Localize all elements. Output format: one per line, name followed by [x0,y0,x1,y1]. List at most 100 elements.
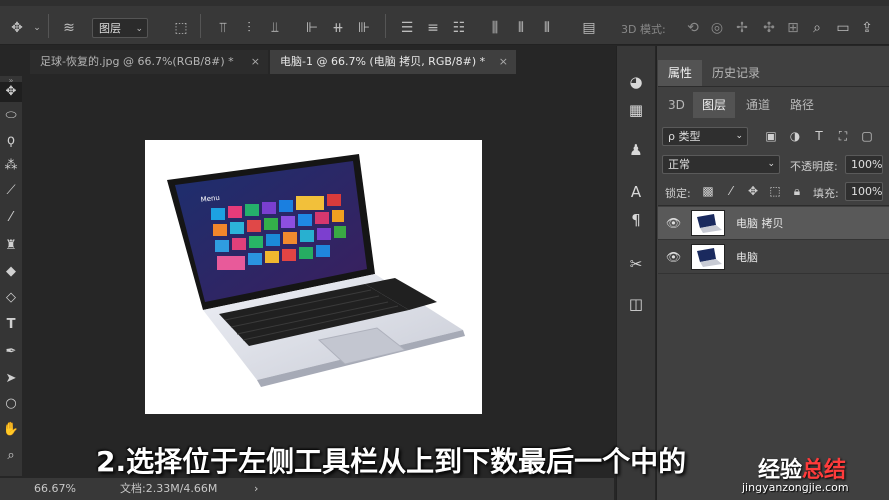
tab-3d[interactable]: 3D [659,92,694,118]
tab-label: 足球-恢复的.jpg @ 66.7%(RGB/8#) * [40,55,234,68]
visibility-eye-icon[interactable]: 👁︎ [666,216,681,230]
pen-tool-icon[interactable]: ✒ [0,342,22,362]
layer-filter-value: ρ 类型 [668,130,701,143]
tab-history[interactable]: 历史记录 [702,60,770,86]
ellipse-tool-icon[interactable]: ○ [0,394,22,414]
opacity-label: 不透明度: [790,160,838,173]
lock-all-icon[interactable]: 🔒︎ [790,184,804,199]
chevron-down-icon: ⌄ [767,159,775,169]
lock-pixels-icon[interactable]: ⁄ [724,184,738,198]
auto-select-dropdown[interactable]: 图层 ⌄ [92,18,148,38]
align-right-icon[interactable]: ⊪ [355,19,373,37]
layer-filter-select[interactable]: ρ 类型 ⌄ [662,127,748,146]
divider [658,86,889,87]
zoom-level[interactable]: 66.67% [34,478,76,500]
path-selection-tool-icon[interactable]: ➤ [0,369,22,389]
eraser-tool-icon[interactable]: ◆ [0,262,22,282]
watermark-url: jingyanzongjie.com [742,481,849,494]
3d-roll-icon[interactable]: ◎ [708,19,726,37]
layer-name[interactable]: 电脑 拷贝 [736,215,784,231]
visibility-eye-icon[interactable]: 👁︎ [666,250,681,264]
align-left-icon[interactable]: ⊩ [303,19,321,37]
eyedropper-tool-icon[interactable]: ⟋ [0,181,22,201]
tab-computer[interactable]: 电脑-1 @ 66.7% (电脑 拷贝, RGB/8#) * × [270,50,516,74]
3d-slide-icon[interactable]: ✣ [760,19,778,37]
search-icon[interactable]: ⌕ [808,19,826,37]
swatches-icon[interactable]: ▦ [626,100,646,120]
filter-shape-icon[interactable]: ⛶ [836,129,850,144]
lock-label: 锁定: [665,187,691,200]
hand-tool-icon[interactable]: ✋ [0,420,22,440]
paint-bucket-tool-icon[interactable]: ◇ [0,288,22,308]
auto-select-value: 图层 [99,22,121,35]
divider [200,14,201,38]
palette-icon[interactable]: ◕ [626,72,646,92]
distribute-hcenter-icon[interactable]: ⦀ [512,19,530,37]
status-menu-arrow[interactable]: › [254,478,258,500]
tab-channels[interactable]: 通道 [737,92,779,118]
marquee-tool-icon[interactable]: ⬭ [0,106,22,126]
move-tool-icon[interactable]: ✥ [8,19,26,37]
align-top-icon[interactable]: ⫪ [214,19,232,37]
distribute-vcenter-icon[interactable]: ≡ [424,19,442,37]
lock-artboard-icon[interactable]: ⬚ [768,184,782,198]
watermark-logo: 经验总结 [758,452,846,484]
stamp-tool-icon[interactable]: ♜ [0,236,22,256]
tab-layers[interactable]: 图层 [693,92,736,118]
distribute-left-icon[interactable]: ⫼ [486,19,504,37]
watermark-text-b: 总结 [802,458,847,483]
distribute-top-icon[interactable]: ☰ [398,19,416,37]
workspace-icon[interactable]: ▭ [834,19,852,37]
paragraph-panel-icon[interactable]: ¶ [626,210,646,230]
layer-name[interactable]: 电脑 [736,249,758,265]
move-tool-icon[interactable]: ✥ [0,82,22,102]
laptop-illustration: Menu [167,154,465,387]
document-canvas[interactable]: Menu [145,140,482,414]
tab-paths[interactable]: 路径 [781,92,823,118]
align-horizontal-center-icon[interactable]: ⧺ [329,19,347,37]
auto-align-icon[interactable]: ▤ [580,19,598,37]
clone-source-icon[interactable]: ♟ [626,140,646,160]
3d-drag-icon[interactable]: ✢ [733,19,751,37]
align-vertical-center-icon[interactable]: ⫶ [240,19,258,37]
distribute-bottom-icon[interactable]: ☷ [450,19,468,37]
filter-smart-object-icon[interactable]: ▢ [860,129,874,143]
tools-preset-icon[interactable]: ✂ [626,254,646,274]
auto-select-layers-icon[interactable]: ≋ [60,19,78,37]
magic-wand-tool-icon[interactable]: ⁂ [0,156,22,176]
lock-transparent-icon[interactable]: ▩ [701,184,715,198]
close-icon[interactable]: × [499,50,508,74]
distribute-right-icon[interactable]: ⫴ [538,19,556,37]
lasso-tool-icon[interactable]: ϙ [0,131,22,151]
filter-type-icon[interactable]: T [812,129,826,143]
layer-row[interactable]: 👁︎ 电脑 [658,241,889,274]
divider [385,14,386,38]
zoom-tool-icon[interactable]: ⌕ [0,446,22,466]
share-icon[interactable]: ⇪ [858,19,876,37]
lock-position-icon[interactable]: ✥ [746,184,760,198]
watermark-text-a: 经验 [758,458,803,483]
layer-thumbnail [691,210,725,236]
status-bar: 66.67% 文档:2.33M/4.66M › [0,478,614,500]
tab-properties[interactable]: 属性 [658,60,703,86]
layer-thumbnail [691,244,725,270]
fill-input[interactable]: 100% [845,182,883,201]
3d-scale-icon[interactable]: ⊞ [784,19,802,37]
blend-mode-select[interactable]: 正常 ⌄ [662,155,780,174]
filter-adjustment-icon[interactable]: ◑ [788,129,802,143]
character-panel-icon[interactable]: A [626,182,646,202]
3d-orbit-icon[interactable]: ⟲ [684,19,702,37]
align-bottom-icon[interactable]: ⫫ [266,19,284,37]
transform-controls-icon[interactable]: ⬚ [172,19,190,37]
tab-football[interactable]: 足球-恢复的.jpg @ 66.7%(RGB/8#) * × [30,50,268,74]
type-tool-icon[interactable]: T [0,315,22,335]
fill-label: 填充: [813,187,839,200]
close-icon[interactable]: × [251,50,260,74]
layer-comps-icon[interactable]: ◫ [626,294,646,314]
layer-row[interactable]: 👁︎ 电脑 拷贝 [658,207,889,240]
opacity-input[interactable]: 100% [845,155,883,174]
tool-preset-chevron-icon[interactable]: ⌄ [28,19,46,37]
divider [658,205,889,206]
filter-image-icon[interactable]: ▣ [764,129,778,143]
brush-tool-icon[interactable]: ⁄ [0,208,22,228]
